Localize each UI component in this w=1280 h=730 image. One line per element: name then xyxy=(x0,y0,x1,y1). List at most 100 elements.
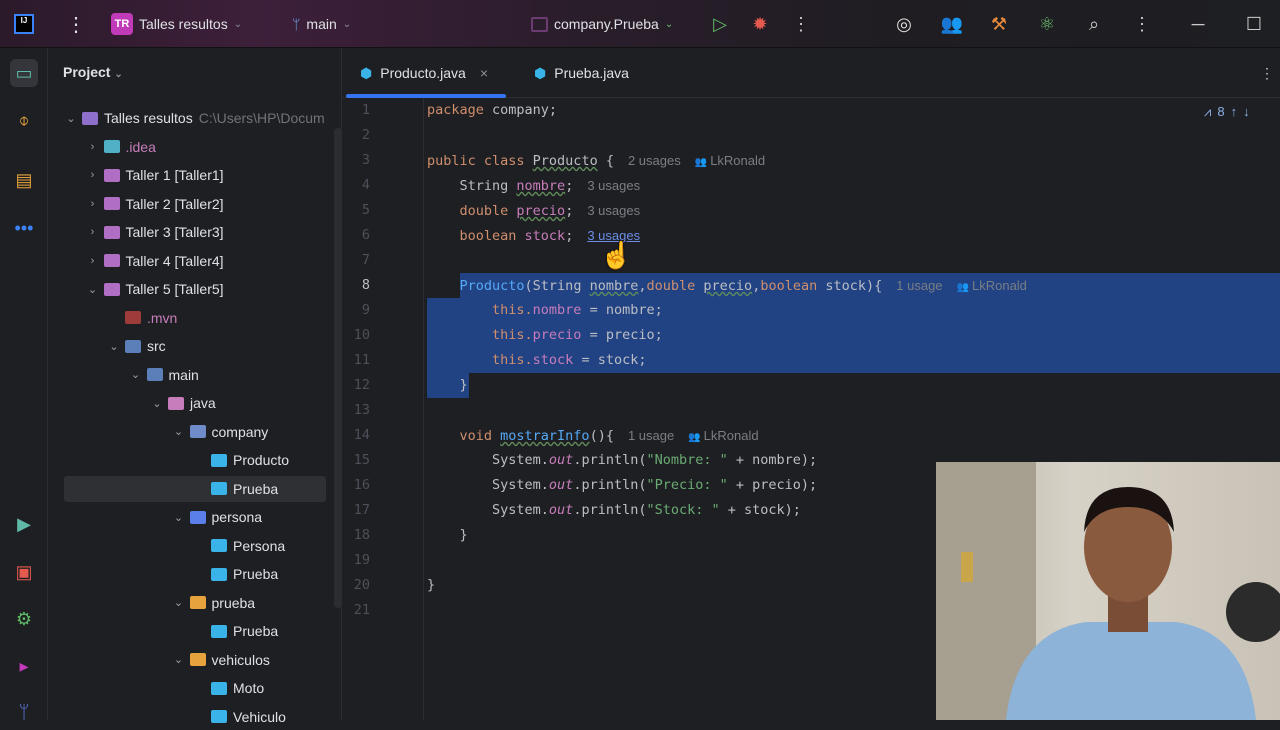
code-line[interactable]: 2 xyxy=(342,123,1280,148)
expand-arrow-icon[interactable]: › xyxy=(86,226,100,238)
expand-arrow-icon[interactable]: ⌄ xyxy=(172,653,186,666)
more-actions-icon[interactable]: ⋮ xyxy=(789,12,813,36)
mouse-cursor-icon: ☝ xyxy=(600,240,633,270)
debug-icon[interactable]: ✹ xyxy=(748,12,772,36)
services-icon[interactable]: ⚙ xyxy=(10,605,38,633)
project-tool-icon[interactable]: ▭ xyxy=(10,59,38,87)
code-line[interactable]: 11 this.stock = stock; xyxy=(342,348,1280,373)
tree-item[interactable]: Prueba xyxy=(48,618,326,644)
expand-arrow-icon[interactable]: ⌄ xyxy=(172,596,186,609)
tree-item-label: Taller 4 [Taller4] xyxy=(125,252,224,269)
tree-item[interactable]: › .idea xyxy=(48,134,326,160)
code-line[interactable]: 14 void mostrarInfo(){1 usage 👥 LkRonald xyxy=(342,423,1280,448)
tree-item[interactable]: ⌄ Taller 5 [Taller5] xyxy=(48,276,326,302)
code-line[interactable]: 10 this.precio = precio; xyxy=(342,323,1280,348)
expand-arrow-icon[interactable]: ⌄ xyxy=(129,368,143,381)
plugin-atom-icon[interactable]: ⚛ xyxy=(1035,12,1059,36)
project-panel-title[interactable]: Project ⌄ xyxy=(63,64,123,80)
tree-item[interactable]: ⌄ java xyxy=(48,390,326,416)
code-token: } xyxy=(427,377,468,393)
java-class-icon: ⬢ xyxy=(360,64,373,81)
run-config-icon xyxy=(531,16,548,32)
tree-item[interactable]: ⌄ persona xyxy=(48,504,326,530)
expand-arrow-icon[interactable]: › xyxy=(86,141,100,153)
tree-item[interactable]: ⌄ src xyxy=(48,333,326,359)
code-line[interactable]: 7 xyxy=(342,248,1280,273)
expand-arrow-icon[interactable]: ⌄ xyxy=(150,397,164,410)
code-token: mostrarInfo xyxy=(500,428,590,444)
main-menu-icon[interactable]: ⋮ xyxy=(66,0,86,48)
expand-arrow-icon[interactable]: ⌄ xyxy=(172,511,186,524)
tree-item[interactable]: Vehiculo xyxy=(48,704,326,730)
tree-item[interactable]: .mvn xyxy=(48,305,326,331)
tree-item[interactable]: ⌄ prueba xyxy=(48,590,326,616)
tree-item[interactable]: Prueba xyxy=(48,561,326,587)
code-line[interactable]: 6 boolean stock; 3 usages xyxy=(342,223,1280,248)
usages-hint[interactable]: 3 usages xyxy=(587,178,640,193)
search-icon[interactable]: ⌕ xyxy=(1082,12,1106,36)
expand-arrow-icon[interactable]: ⌄ xyxy=(107,340,121,353)
run-icon[interactable]: ▷ xyxy=(708,12,732,36)
commit-icon[interactable]: ⌽ xyxy=(10,106,38,134)
code-line[interactable]: 13 xyxy=(342,398,1280,423)
code-token: } xyxy=(427,527,468,543)
expand-arrow-icon[interactable]: ⌄ xyxy=(86,283,100,296)
usages-hint[interactable]: 2 usages xyxy=(628,153,681,168)
tab-prueba-java[interactable]: ⬢ Prueba.java xyxy=(534,48,629,98)
tree-item[interactable]: ⌄ company xyxy=(48,419,326,445)
structure-icon[interactable]: ▤ xyxy=(10,166,38,194)
tree-item[interactable]: Moto xyxy=(48,675,326,701)
run-config-selector[interactable]: company.Prueba ⌄ xyxy=(531,0,673,48)
tree-item[interactable]: ⌄ Talles resultos C:\Users\HP\Docum xyxy=(48,105,326,131)
close-tab-icon[interactable]: × xyxy=(480,65,488,81)
tab-label: Prueba.java xyxy=(554,65,629,81)
code-with-me-icon[interactable]: 👥 xyxy=(940,12,964,36)
build-tools-icon[interactable]: ⚒ xyxy=(987,12,1011,36)
tree-item[interactable]: › Taller 3 [Taller3] xyxy=(48,219,326,245)
problems-icon[interactable]: ▣ xyxy=(10,558,38,586)
chevron-down-icon: ⌄ xyxy=(233,18,243,30)
run-tool-icon[interactable]: ▶ xyxy=(10,510,38,538)
minimize-button[interactable]: ─ xyxy=(1186,12,1210,36)
usages-hint[interactable]: 3 usages xyxy=(587,203,640,218)
author-hint[interactable]: LkRonald xyxy=(710,153,765,168)
git-icon[interactable]: ᛘ xyxy=(10,698,38,726)
intellij-logo-icon[interactable]: IJ xyxy=(14,14,34,34)
more-tools-icon[interactable]: ••• xyxy=(10,214,38,242)
author-hint[interactable]: LkRonald xyxy=(972,278,1027,293)
project-switcher[interactable]: TR Talles resultos ⌄ xyxy=(111,0,242,48)
expand-arrow-icon[interactable]: ⌄ xyxy=(64,112,78,125)
maximize-button[interactable]: ☐ xyxy=(1242,12,1266,36)
tree-item[interactable]: ⌄ main xyxy=(48,362,326,388)
tree-item[interactable]: Producto xyxy=(48,447,326,473)
settings-more-icon[interactable]: ⋮ xyxy=(1130,12,1154,36)
expand-arrow-icon[interactable]: ⌄ xyxy=(172,425,186,438)
scrollbar[interactable] xyxy=(334,128,342,608)
usages-hint[interactable]: 1 usage xyxy=(628,428,674,443)
tree-item[interactable]: › Taller 4 [Taller4] xyxy=(48,248,326,274)
code-line[interactable]: 3 public class Producto {2 usages 👥 LkRonal… xyxy=(342,148,1280,173)
usages-hint[interactable]: 1 usage xyxy=(896,278,942,293)
line-number: 11 xyxy=(353,352,370,368)
tree-item[interactable]: › Taller 1 [Taller1] xyxy=(48,162,326,188)
code-line[interactable]: 1 package company; xyxy=(342,98,1280,123)
tab-options-icon[interactable]: ⋮ xyxy=(1260,48,1274,98)
author-hint[interactable]: LkRonald xyxy=(704,428,759,443)
code-line[interactable]: 12 } xyxy=(342,373,1280,398)
code-line[interactable]: 4 String nombre; 3 usages xyxy=(342,173,1280,198)
tree-item[interactable]: Prueba xyxy=(64,475,326,502)
tab-producto-java[interactable]: ⬢ Producto.java × xyxy=(345,48,507,98)
tree-item[interactable]: › Taller 2 [Taller2] xyxy=(48,191,326,217)
branch-switcher[interactable]: ᛘ main ⌄ xyxy=(292,0,351,48)
terminal-icon[interactable]: ▸ xyxy=(10,652,38,680)
expand-arrow-icon[interactable]: › xyxy=(86,198,100,210)
code-line[interactable]: 5 double precio; 3 usages xyxy=(342,198,1280,223)
ai-assistant-icon[interactable]: ◎ xyxy=(892,12,916,36)
code-line[interactable]: 8 Producto(String nombre,double precio,b… xyxy=(342,273,1280,298)
expand-arrow-icon[interactable]: › xyxy=(86,169,100,181)
tree-item[interactable]: Persona xyxy=(48,533,326,559)
expand-arrow-icon[interactable]: › xyxy=(86,255,100,267)
tree-item[interactable]: ⌄ vehiculos xyxy=(48,647,326,673)
code-line[interactable]: 9 this.nombre = nombre; xyxy=(342,298,1280,323)
code-text: package company; xyxy=(427,98,557,123)
